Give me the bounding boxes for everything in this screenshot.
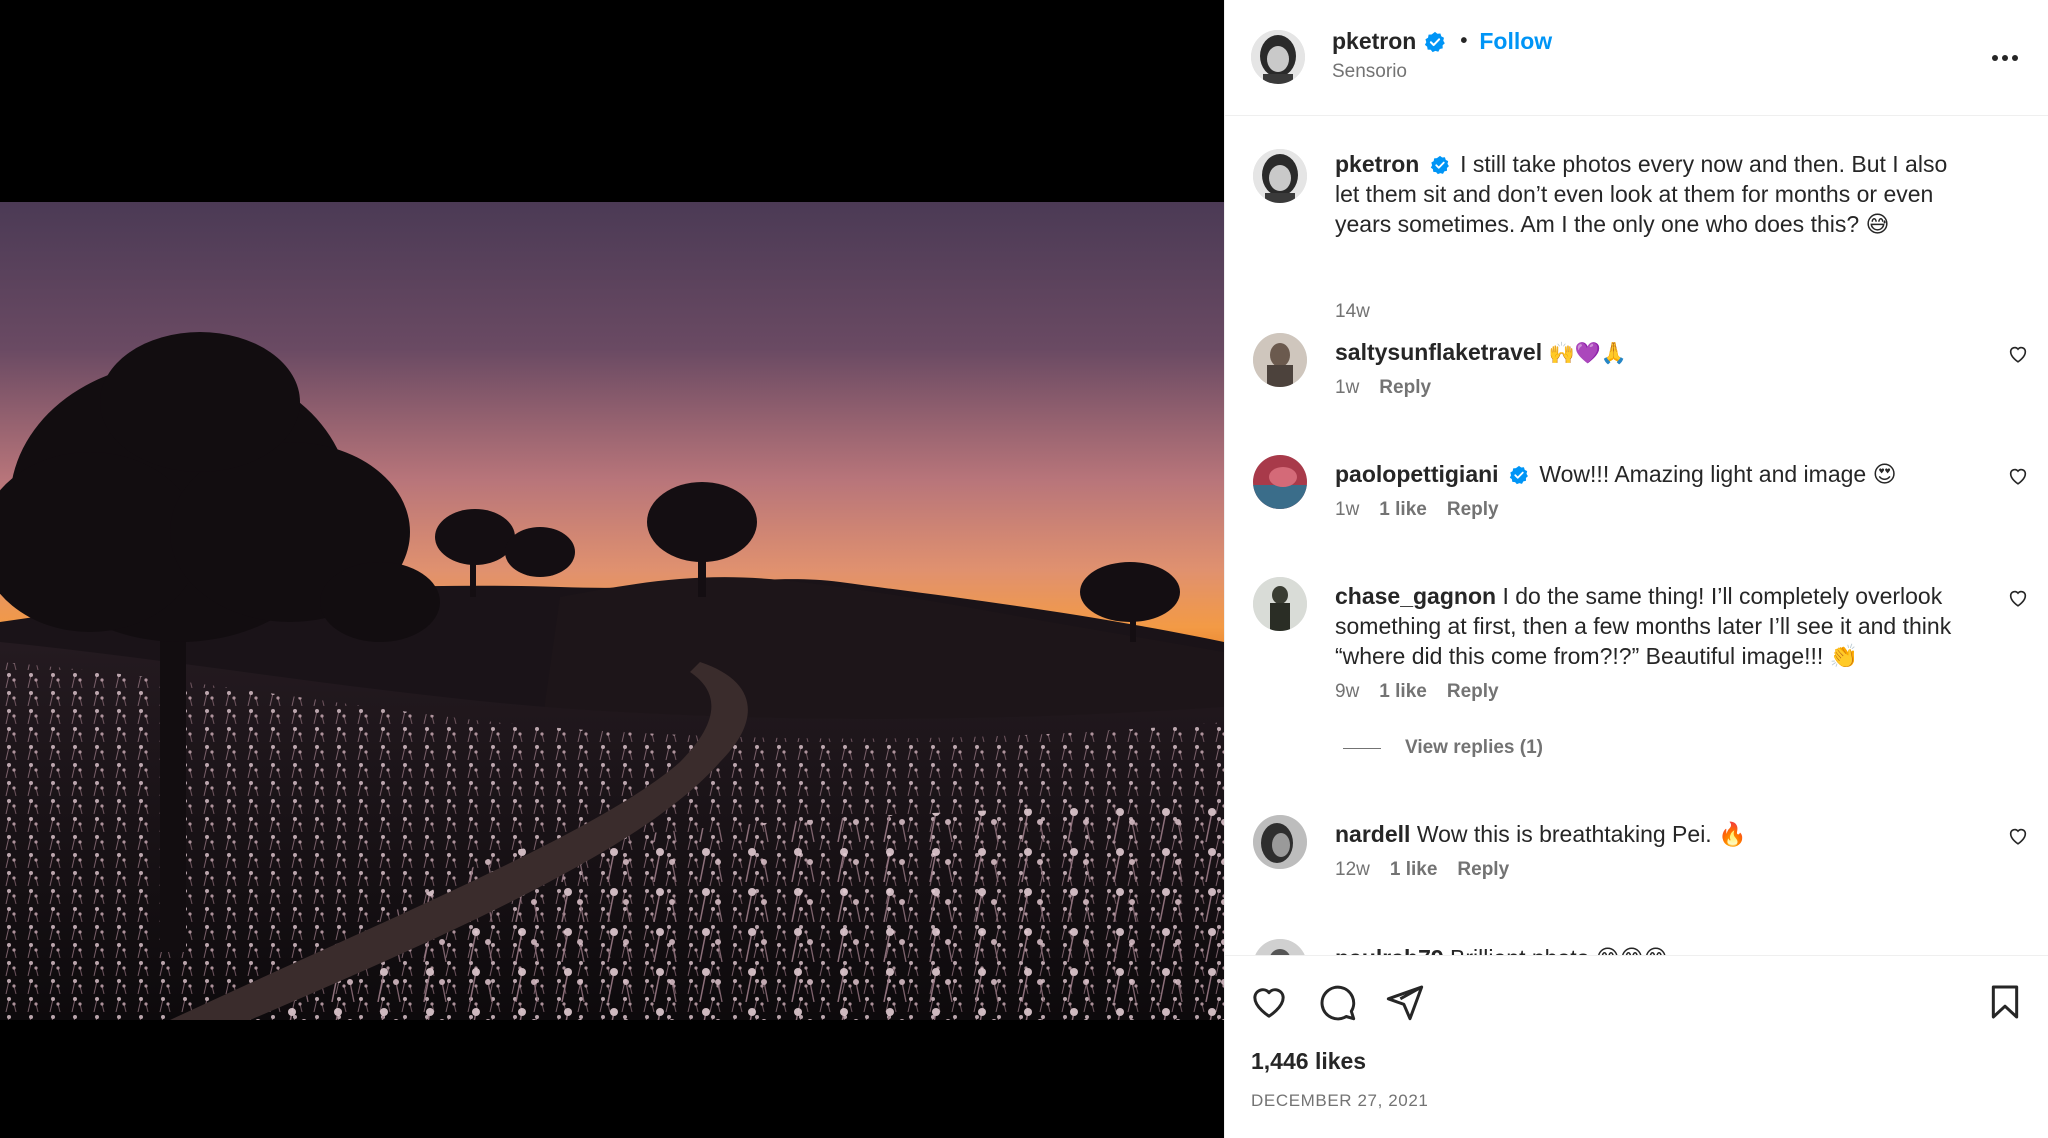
- post-footer: 1,446 likes DECEMBER 27, 2021: [1225, 955, 2048, 1138]
- follow-button[interactable]: Follow: [1479, 28, 1552, 55]
- author-portrait: [1251, 30, 1305, 84]
- comment-text: saltysunflaketravel 🙌💜🙏: [1335, 337, 1975, 368]
- post-header: pketron • Follow Sensorio: [1225, 0, 2048, 116]
- comment-text: paulrah79 Brilliant photo 😊😊😊: [1335, 943, 1975, 955]
- author-portrait: [1253, 149, 1307, 203]
- verified-badge-icon: [1425, 31, 1446, 52]
- commenter-avatar[interactable]: [1253, 815, 1307, 869]
- comment-age[interactable]: 1w: [1335, 377, 1359, 399]
- verified-badge-icon: [1430, 155, 1449, 175]
- reply-button[interactable]: Reply: [1447, 499, 1499, 521]
- comment-age[interactable]: 12w: [1335, 859, 1370, 881]
- author-avatar[interactable]: [1251, 30, 1305, 84]
- comment-body: 🙌💜🙏: [1548, 341, 1627, 365]
- separator-dot: •: [1460, 30, 1468, 52]
- caption-meta: 14w: [1335, 301, 1370, 323]
- comment-like-heart-icon[interactable]: [2007, 825, 2029, 847]
- like-count[interactable]: 1,446 likes: [1251, 1048, 1366, 1075]
- comment-username[interactable]: chase_gagnon: [1335, 583, 1496, 609]
- author-avatar[interactable]: [1253, 149, 1307, 203]
- commenter-avatar[interactable]: [1253, 577, 1307, 631]
- comment-text: nardell Wow this is breathtaking Pei. 🔥: [1335, 819, 1975, 849]
- comment-username[interactable]: nardell: [1335, 821, 1410, 847]
- reply-button[interactable]: Reply: [1457, 859, 1509, 881]
- heart-icon[interactable]: [1249, 982, 1289, 1022]
- comment-like-heart-icon[interactable]: [2007, 587, 2029, 609]
- reply-button[interactable]: Reply: [1447, 681, 1499, 703]
- comment-meta: 12w 1 like Reply: [1335, 859, 1509, 881]
- comment-age[interactable]: 9w: [1335, 681, 1359, 703]
- view-replies-label: View replies (1): [1405, 737, 1543, 758]
- caption-age[interactable]: 14w: [1335, 301, 1370, 323]
- view-replies-button[interactable]: View replies (1): [1343, 737, 1543, 759]
- commenter-avatar[interactable]: [1253, 939, 1307, 955]
- post-location[interactable]: Sensorio: [1332, 61, 1407, 83]
- comment-username[interactable]: paulrah79: [1335, 945, 1444, 955]
- post-date[interactable]: DECEMBER 27, 2021: [1251, 1091, 1428, 1111]
- comment-text: paolopettigiani Wow!!! Amazing light and…: [1335, 459, 1975, 489]
- commenter-photo: [1253, 815, 1307, 869]
- paper-plane-icon[interactable]: [1385, 982, 1425, 1022]
- comment-age[interactable]: 1w: [1335, 499, 1359, 521]
- comment-body: Brilliant photo 😊😊😊: [1450, 945, 1668, 955]
- replies-divider-line: [1343, 747, 1381, 749]
- commenter-photo: [1253, 455, 1307, 509]
- author-row: pketron • Follow: [1332, 28, 1552, 55]
- commenter-photo: [1253, 577, 1307, 631]
- author-username[interactable]: pketron: [1332, 28, 1416, 55]
- more-options-button[interactable]: [1987, 40, 2023, 76]
- comment-like-count[interactable]: 1 like: [1379, 499, 1427, 521]
- comment-body: Wow this is breathtaking Pei. 🔥: [1416, 821, 1747, 847]
- caption-body: I still take photos every now and then. …: [1335, 151, 1948, 237]
- post-side-panel: pketron • Follow Sensorio pketron I stil…: [1224, 0, 2048, 1138]
- comment-like-heart-icon[interactable]: [2007, 343, 2029, 365]
- sunset-field-of-lights-image: [0, 202, 1224, 1020]
- post-media: [0, 0, 1224, 1138]
- comment-like-count[interactable]: 1 like: [1379, 681, 1427, 703]
- comment-meta: 9w 1 like Reply: [1335, 681, 1499, 703]
- more-options-icon: [1992, 55, 2018, 61]
- comment-meta: 1w Reply: [1335, 377, 1431, 399]
- commenter-photo: [1253, 939, 1307, 955]
- comment-meta: 1w 1 like Reply: [1335, 499, 1499, 521]
- commenter-avatar[interactable]: [1253, 333, 1307, 387]
- post-photo[interactable]: [0, 202, 1224, 1020]
- comment-username[interactable]: paolopettigiani: [1335, 461, 1499, 487]
- caption-text: pketron I still take photos every now an…: [1335, 149, 1975, 239]
- bookmark-icon[interactable]: [1985, 982, 2025, 1022]
- comment-bubble-icon[interactable]: [1317, 982, 1357, 1022]
- comment-like-count[interactable]: 1 like: [1390, 859, 1438, 881]
- action-bar: [1249, 982, 1425, 1022]
- comments-list[interactable]: pketron I still take photos every now an…: [1225, 117, 2048, 955]
- verified-badge-icon: [1509, 465, 1528, 485]
- commenter-avatar[interactable]: [1253, 455, 1307, 509]
- caption-username[interactable]: pketron: [1335, 151, 1419, 177]
- comment-text: chase_gagnon I do the same thing! I’ll c…: [1335, 581, 1975, 671]
- commenter-photo: [1253, 333, 1307, 387]
- comment-username[interactable]: saltysunflaketravel: [1335, 339, 1542, 365]
- comment-body: Wow!!! Amazing light and image 😍: [1539, 461, 1897, 487]
- reply-button[interactable]: Reply: [1379, 377, 1431, 399]
- comment-like-heart-icon[interactable]: [2007, 465, 2029, 487]
